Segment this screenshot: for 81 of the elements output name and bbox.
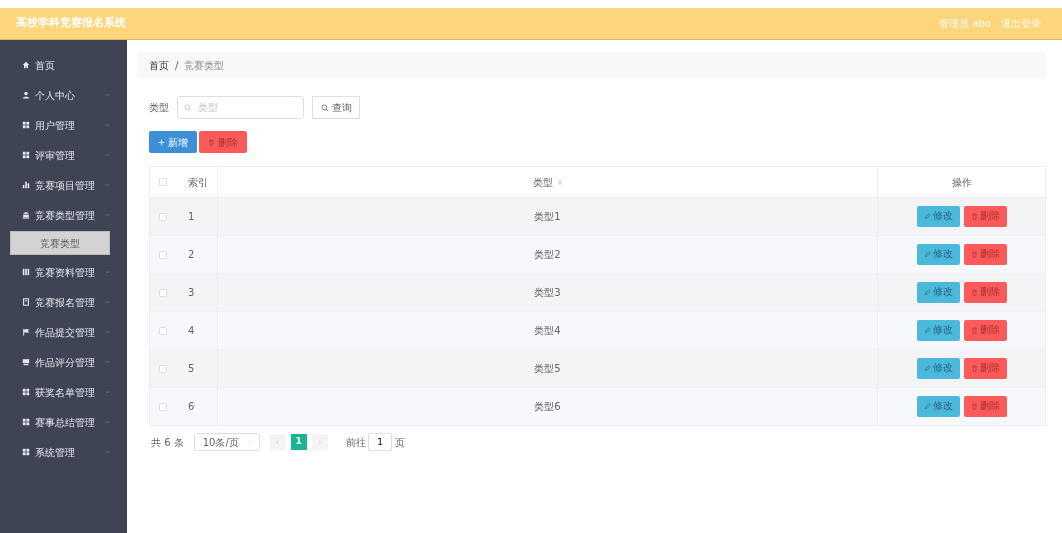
flag-icon [22, 328, 30, 336]
column-header[interactable]: 类型 [532, 174, 553, 190]
trash-icon [970, 365, 978, 372]
sidebar-item[interactable]: 个人中心 [0, 80, 127, 110]
bar-chart-icon [22, 181, 30, 189]
pencil-icon [923, 289, 931, 296]
sidebar-item[interactable]: 获奖名单管理 [0, 377, 127, 407]
pencil-icon [923, 365, 931, 372]
goto-label: 前往 [345, 435, 366, 450]
table-cell-text: 类型6 [534, 400, 561, 414]
document-icon [22, 298, 30, 306]
sidebar-item[interactable]: 评审管理 [0, 140, 127, 170]
table-cell-text: 类型4 [534, 324, 561, 338]
grid-icon [22, 388, 30, 396]
plus-icon [158, 138, 165, 146]
pencil-icon [923, 213, 931, 220]
page-unit-label: 页 [394, 435, 405, 450]
next-page-button[interactable] [311, 434, 328, 450]
table-cell-text: 类型5 [534, 362, 561, 376]
sidebar-item[interactable]: 竞赛类型管理 [0, 200, 127, 230]
trash-icon [970, 213, 978, 220]
sidebar-item[interactable]: 竞赛资料管理 [0, 257, 127, 287]
sidebar-item[interactable]: 赛事总结管理 [0, 407, 127, 437]
table-cell-text: 4 [188, 324, 195, 338]
pencil-icon [923, 251, 931, 258]
card-icon [22, 358, 30, 366]
sidebar-item[interactable]: 作品评分管理 [0, 347, 127, 377]
columns-icon [22, 268, 30, 276]
breadcrumb-separator: / [175, 58, 179, 73]
checkbox[interactable] [159, 288, 167, 297]
breadcrumb-item: 竞赛类型 [184, 58, 225, 73]
table-cell-text: 类型3 [534, 286, 561, 300]
table-cell-text: 5 [188, 362, 195, 376]
sidebar-item[interactable]: 竞赛报名管理 [0, 287, 127, 317]
home-icon [22, 61, 30, 69]
table-cell-text: 类型1 [534, 210, 561, 224]
trash-icon [208, 138, 215, 146]
pencil-icon [923, 327, 931, 334]
user-label: 管理员 abo [939, 17, 991, 31]
table-cell-text: 1 [188, 210, 195, 224]
app-title: 高校学科竞赛报名系统 [16, 15, 126, 32]
sidebar-item[interactable]: 首页 [0, 50, 127, 80]
table-cell-text: 2 [188, 248, 195, 262]
building-icon [22, 211, 30, 219]
page-size-select[interactable]: 10条/页 [193, 433, 260, 451]
sidebar-item[interactable]: 作品提交管理 [0, 317, 127, 347]
checkbox[interactable] [159, 402, 167, 411]
table-cell-text: 3 [188, 286, 195, 300]
sidebar-item[interactable]: 系统管理 [0, 437, 127, 467]
checkbox[interactable] [159, 364, 167, 373]
pencil-icon [923, 403, 931, 410]
column-header: 操作 [951, 175, 972, 190]
trash-icon [970, 327, 978, 334]
search-button[interactable]: 查询 [312, 96, 360, 119]
column-header: 索引 [188, 175, 208, 190]
checkbox[interactable] [159, 250, 167, 259]
submenu-item[interactable]: 竞赛类型 [10, 231, 110, 255]
trash-icon [970, 251, 978, 258]
trash-icon [970, 403, 978, 410]
checkbox[interactable] [159, 212, 167, 221]
prev-page-button[interactable] [269, 434, 286, 450]
checkbox[interactable] [159, 178, 167, 186]
table-cell-text: 6 [188, 400, 195, 414]
grid-icon [22, 121, 30, 129]
checkbox[interactable] [159, 326, 167, 335]
sidebar-item[interactable]: 竞赛项目管理 [0, 170, 127, 200]
grid-icon [22, 151, 30, 159]
search-icon [184, 103, 192, 112]
table-cell-text: 类型2 [534, 248, 561, 262]
grid-icon [22, 418, 30, 426]
chevron-left-icon [275, 438, 281, 446]
grid-icon [22, 448, 30, 456]
search-label: 类型 [149, 101, 169, 115]
page-number-field[interactable]: 1 [368, 433, 393, 451]
search-icon [320, 103, 329, 112]
breadcrumb-item[interactable]: 首页 [149, 57, 169, 73]
total-count: 共 6 条 [151, 435, 184, 450]
user-icon [22, 91, 30, 99]
sidebar-item[interactable]: 用户管理 [0, 110, 127, 140]
chevron-right-icon [317, 438, 323, 446]
trash-icon [970, 289, 978, 296]
